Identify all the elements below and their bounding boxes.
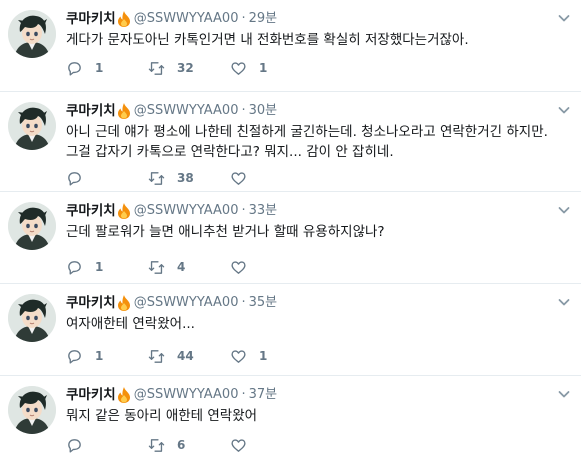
user-name[interactable]: 쿠마키치 [66,386,116,404]
retweet-button[interactable]: 38 [148,169,230,187]
reply-icon [68,349,81,364]
tweet-header: 쿠마키치 @SSWWYYAA00 · 37분 [66,386,277,404]
avatar[interactable] [8,102,56,150]
tweet-actions: 6 [66,436,310,454]
like-button[interactable]: 1 [230,59,310,77]
tweet-actions: 38 [66,169,310,187]
timestamp[interactable]: 37분 [249,386,278,404]
tweet-actions: 1 32 1 [66,59,310,77]
like-count: 1 [259,61,268,75]
fire-icon [117,203,131,219]
avatar[interactable] [8,294,56,342]
tweet-header: 쿠마키치 @SSWWYYAA00 · 33분 [66,202,277,220]
user-handle[interactable]: @SSWWYYAA00 [134,10,239,28]
tweet-text: 아니 근데 얘가 평소에 나한테 친절하게 굴긴하는데. 청소나오라고 연락한거… [66,124,553,160]
like-button[interactable] [230,169,310,187]
tweet[interactable]: 쿠마키치 @SSWWYYAA00 · 30분 아니 근데 얘가 평소에 나한테 … [0,92,581,192]
reply-button[interactable]: 1 [66,347,148,365]
tweet-header: 쿠마키치 @SSWWYYAA00 · 35분 [66,294,277,312]
retweet-icon [148,260,165,274]
separator: · [241,203,246,218]
heart-icon [231,438,246,452]
user-handle[interactable]: @SSWWYYAA00 [134,386,239,404]
retweet-button[interactable]: 4 [148,258,230,276]
tweet-text: 뭐지 같은 동아리 애한테 연락왔어 [66,408,258,424]
retweet-count: 4 [177,260,186,274]
tweet-text: 근데 팔로워가 늘면 애니추천 받거나 할때 유용하지않나? [66,224,385,240]
reply-count: 1 [95,61,104,75]
separator: · [241,103,246,118]
user-name[interactable]: 쿠마키치 [66,202,116,220]
retweet-count: 44 [177,349,194,363]
reply-icon [68,438,81,453]
retweet-button[interactable]: 32 [148,59,230,77]
fire-icon [117,11,131,27]
avatar[interactable] [8,386,56,434]
timestamp[interactable]: 29분 [249,10,278,28]
retweet-icon [148,349,165,363]
chevron-down-icon[interactable] [557,10,571,24]
timeline: 쿠마키치 @SSWWYYAA00 · 29분 게다가 문자도아닌 카톡인거면 내… [0,0,581,460]
like-button[interactable] [230,258,310,276]
timestamp[interactable]: 30분 [249,102,278,120]
tweet-actions: 1 44 1 [66,347,310,365]
reply-button[interactable]: 1 [66,59,148,77]
tweet-actions: 1 4 [66,258,310,276]
tweet[interactable]: 쿠마키치 @SSWWYYAA00 · 37분 뭐지 같은 동아리 애한테 연락왔… [0,376,581,460]
heart-icon [231,61,246,75]
reply-button[interactable] [66,436,148,454]
tweet[interactable]: 쿠마키치 @SSWWYYAA00 · 29분 게다가 문자도아닌 카톡인거면 내… [0,0,581,92]
heart-icon [231,171,246,185]
separator: · [241,387,246,402]
tweet-header: 쿠마키치 @SSWWYYAA00 · 30분 [66,102,277,120]
tweet[interactable]: 쿠마키치 @SSWWYYAA00 · 35분 여자애한테 연락왔어... 1 4… [0,284,581,376]
fire-icon [117,295,131,311]
retweet-button[interactable]: 44 [148,347,230,365]
chevron-down-icon[interactable] [557,386,571,400]
user-handle[interactable]: @SSWWYYAA00 [134,102,239,120]
chevron-down-icon[interactable] [557,102,571,116]
retweet-count: 32 [177,61,194,75]
timestamp[interactable]: 35분 [249,294,278,312]
separator: · [241,11,246,26]
reply-icon [68,61,81,76]
avatar[interactable] [8,10,56,58]
avatar[interactable] [8,202,56,250]
reply-count: 1 [95,260,104,274]
separator: · [241,295,246,310]
user-name[interactable]: 쿠마키치 [66,102,116,120]
user-name[interactable]: 쿠마키치 [66,294,116,312]
retweet-button[interactable]: 6 [148,436,230,454]
reply-button[interactable]: 1 [66,258,148,276]
retweet-count: 6 [177,438,186,452]
tweet-header: 쿠마키치 @SSWWYYAA00 · 29분 [66,10,277,28]
fire-icon [117,103,131,119]
retweet-icon [148,438,165,452]
retweet-icon [148,61,165,75]
retweet-count: 38 [177,171,194,185]
like-button[interactable]: 1 [230,347,310,365]
fire-icon [117,387,131,403]
reply-button[interactable] [66,169,148,187]
like-button[interactable] [230,436,310,454]
reply-count: 1 [95,349,104,363]
timestamp[interactable]: 33분 [249,202,278,220]
chevron-down-icon[interactable] [557,202,571,216]
tweet[interactable]: 쿠마키치 @SSWWYYAA00 · 33분 근데 팔로워가 늘면 애니추천 받… [0,192,581,284]
heart-icon [231,349,246,363]
reply-icon [68,171,81,186]
reply-icon [68,260,81,275]
tweet-text: 여자애한테 연락왔어... [66,316,195,332]
heart-icon [231,260,246,274]
like-count: 1 [259,349,268,363]
user-handle[interactable]: @SSWWYYAA00 [134,202,239,220]
retweet-icon [148,171,165,185]
user-name[interactable]: 쿠마키치 [66,10,116,28]
chevron-down-icon[interactable] [557,294,571,308]
user-handle[interactable]: @SSWWYYAA00 [134,294,239,312]
tweet-text: 게다가 문자도아닌 카톡인거면 내 전화번호를 확실히 저장했다는거잖아. [66,32,469,48]
